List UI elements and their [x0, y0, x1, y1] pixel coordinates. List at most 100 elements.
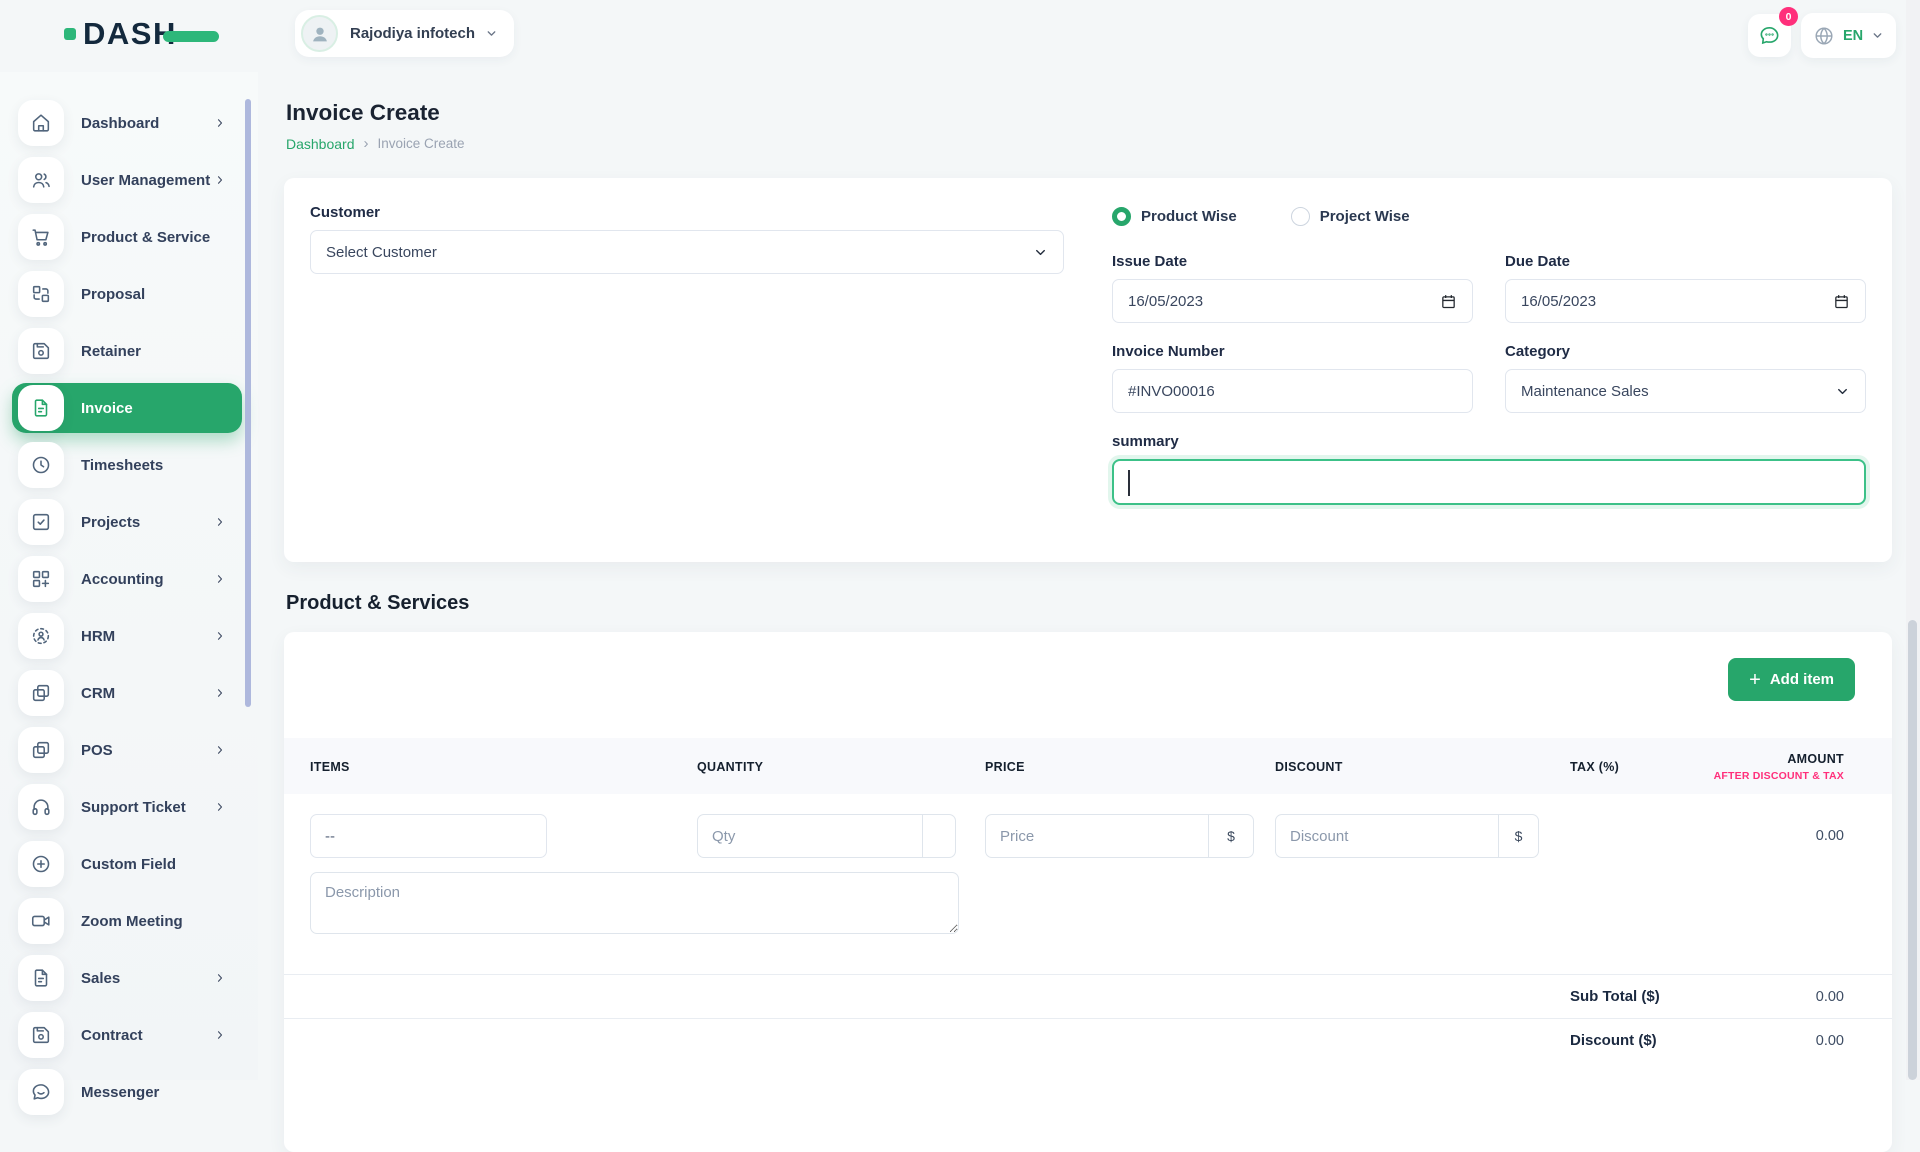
- chat-icon: [18, 1069, 64, 1115]
- messages-badge: 0: [1779, 7, 1798, 26]
- due-date-value: 16/05/2023: [1521, 293, 1596, 310]
- items-table-header: ITEMS QUANTITY PRICE DISCOUNT TAX (%) AM…: [284, 738, 1892, 794]
- quantity-input-group: [697, 814, 956, 858]
- subtotal-value: 0.00: [1710, 989, 1892, 1005]
- project-wise-label: Project Wise: [1320, 208, 1410, 225]
- due-date-group: Due Date 16/05/2023: [1505, 253, 1866, 323]
- sidebar-item-label: Proposal: [81, 286, 145, 303]
- products-section-heading: Product & Services: [286, 592, 1892, 615]
- product-wise-radio[interactable]: Product Wise: [1112, 207, 1237, 226]
- breadcrumb: Dashboard › Invoice Create: [286, 135, 1892, 152]
- issue-date-input[interactable]: 16/05/2023: [1112, 279, 1473, 323]
- description-textarea[interactable]: [310, 872, 959, 934]
- workspace-name: Rajodiya infotech: [350, 25, 475, 42]
- invoice-details-card: Customer Select Customer Product Wise Pr…: [284, 178, 1892, 562]
- logo-dash-icon: [163, 31, 219, 42]
- price-input-group: $: [985, 814, 1254, 858]
- sidebar-item-proposal[interactable]: Proposal: [12, 269, 242, 319]
- workspace-dropdown[interactable]: Rajodiya infotech: [295, 10, 514, 57]
- sidebar-item-projects[interactable]: Projects: [12, 497, 242, 547]
- category-select[interactable]: Maintenance Sales: [1505, 369, 1866, 413]
- sidebar-item-dashboard[interactable]: Dashboard: [12, 98, 242, 148]
- add-item-button[interactable]: + Add item: [1728, 658, 1855, 701]
- chevron-right-icon: [214, 630, 226, 642]
- page-scrollbar-thumb[interactable]: [1908, 620, 1917, 1080]
- qr-icon: [18, 271, 64, 317]
- brand-logo[interactable]: DASH: [64, 16, 219, 52]
- row-amount-value: 0.00: [1710, 828, 1892, 844]
- sidebar-item-sales[interactable]: Sales: [12, 953, 242, 1003]
- sidebar-item-support-ticket[interactable]: Support Ticket: [12, 782, 242, 832]
- radio-unselected-icon: [1291, 207, 1310, 226]
- language-code: EN: [1843, 28, 1863, 44]
- item-select-value: --: [325, 828, 335, 845]
- category-label: Category: [1505, 343, 1866, 360]
- sidebar-item-hrm[interactable]: HRM: [12, 611, 242, 661]
- issue-date-label: Issue Date: [1112, 253, 1473, 270]
- subtotal-row: Sub Total ($) 0.00: [284, 974, 1892, 1018]
- sidebar-item-label: Zoom Meeting: [81, 913, 183, 930]
- price-currency-suffix: $: [1208, 815, 1253, 857]
- sidebar-item-product-service[interactable]: Product & Service: [12, 212, 242, 262]
- sidebar-item-zoom-meeting[interactable]: Zoom Meeting: [12, 896, 242, 946]
- sidebar-item-label: Timesheets: [81, 457, 163, 474]
- sidebar-item-label: Dashboard: [81, 115, 159, 132]
- item-select[interactable]: --: [310, 814, 547, 858]
- chevron-right-icon: [214, 972, 226, 984]
- due-date-input[interactable]: 16/05/2023: [1505, 279, 1866, 323]
- invoice-number-group: Invoice Number: [1112, 343, 1473, 413]
- breadcrumb-separator: ›: [364, 135, 369, 152]
- discount-input-group: $: [1275, 814, 1539, 858]
- breadcrumb-dashboard-link[interactable]: Dashboard: [286, 136, 355, 152]
- sidebar-item-messenger[interactable]: Messenger: [12, 1067, 242, 1117]
- project-wise-radio[interactable]: Project Wise: [1291, 207, 1410, 226]
- sidebar-scrollbar[interactable]: [245, 99, 251, 707]
- plus-icon: +: [1749, 670, 1761, 690]
- clock-icon: [18, 442, 64, 488]
- sidebar-item-label: Support Ticket: [81, 799, 186, 816]
- customer-label: Customer: [310, 204, 1064, 221]
- sidebar-item-retainer[interactable]: Retainer: [12, 326, 242, 376]
- summary-textarea[interactable]: [1112, 459, 1866, 505]
- col-items: ITEMS: [284, 760, 697, 774]
- sidebar-item-label: Custom Field: [81, 856, 176, 873]
- chevron-down-icon: [1871, 29, 1884, 42]
- discount-total-row: Discount ($) 0.00: [284, 1018, 1892, 1062]
- messages-button[interactable]: 0: [1748, 14, 1791, 57]
- sidebar-item-crm[interactable]: CRM: [12, 668, 242, 718]
- chevron-right-icon: [214, 744, 226, 756]
- customer-select[interactable]: Select Customer: [310, 230, 1064, 274]
- summary-label: summary: [1112, 433, 1866, 450]
- col-amount-subtitle: AFTER DISCOUNT & TAX: [1710, 770, 1844, 782]
- sidebar-item-pos[interactable]: POS: [12, 725, 242, 775]
- home-icon: [18, 100, 64, 146]
- sidebar-item-custom-field[interactable]: Custom Field: [12, 839, 242, 889]
- quantity-input[interactable]: [698, 815, 922, 857]
- page-title: Invoice Create: [286, 100, 1892, 126]
- discount-input[interactable]: [1276, 815, 1498, 857]
- chevron-right-icon: [214, 117, 226, 129]
- sidebar-item-label: CRM: [81, 685, 115, 702]
- col-amount-title: AMOUNT: [1710, 752, 1844, 766]
- sidebar: Dashboard User Management Product & Servic…: [0, 72, 258, 1080]
- col-tax: TAX (%): [1570, 760, 1710, 774]
- sidebar-item-timesheets[interactable]: Timesheets: [12, 440, 242, 490]
- sidebar-item-contract[interactable]: Contract: [12, 1010, 242, 1060]
- main-content: Invoice Create Dashboard › Invoice Creat…: [284, 72, 1892, 1152]
- items-table: ITEMS QUANTITY PRICE DISCOUNT TAX (%) AM…: [284, 738, 1892, 1062]
- invoice-number-input[interactable]: [1112, 369, 1473, 413]
- floppy-icon: [18, 1012, 64, 1058]
- breadcrumb-current: Invoice Create: [378, 136, 465, 151]
- discount-total-value: 0.00: [1710, 1033, 1892, 1049]
- globe-icon: [1813, 25, 1835, 47]
- person-target-icon: [18, 613, 64, 659]
- price-input[interactable]: [986, 815, 1208, 857]
- discount-currency-suffix: $: [1498, 815, 1538, 857]
- file-icon: [18, 955, 64, 1001]
- sidebar-item-invoice[interactable]: Invoice: [12, 383, 242, 433]
- calendar-icon: [1440, 293, 1457, 310]
- sidebar-item-accounting[interactable]: Accounting: [12, 554, 242, 604]
- language-selector[interactable]: EN: [1801, 13, 1896, 58]
- sidebar-item-user-management[interactable]: User Management: [12, 155, 242, 205]
- col-quantity: QUANTITY: [697, 760, 985, 774]
